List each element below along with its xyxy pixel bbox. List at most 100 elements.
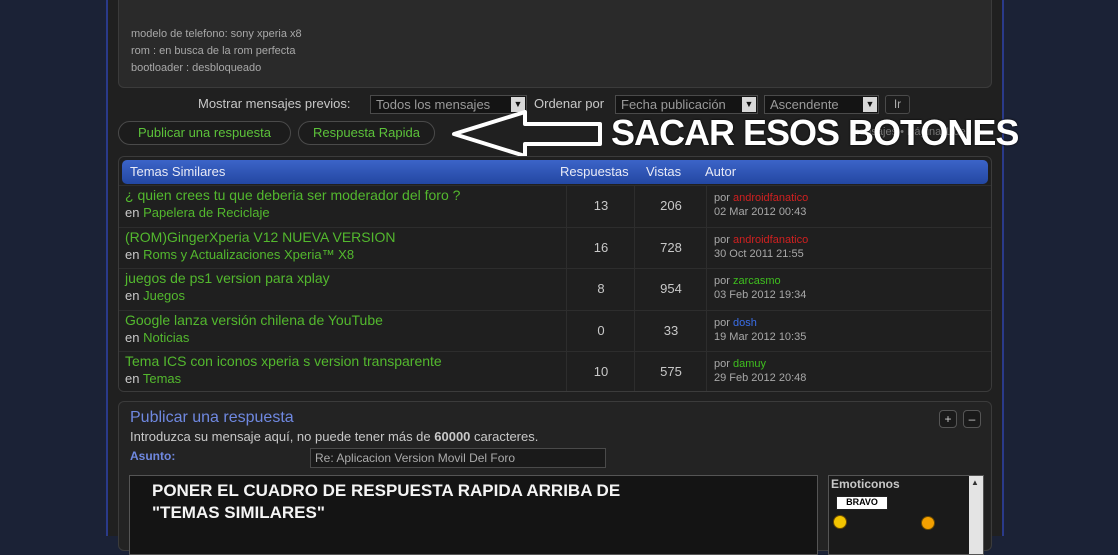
signature-lines: modelo de telefono: sony xperia x8 rom :… bbox=[131, 26, 302, 77]
annotation-line: PONER EL CUADRO DE RESPUESTA RAPIDA ARRI… bbox=[152, 481, 621, 500]
table-row: (ROM)GingerXperia V12 NUEVA VERSION en Ro… bbox=[119, 227, 991, 269]
forum-link[interactable]: Noticias bbox=[143, 330, 189, 345]
header-author: Autor bbox=[705, 164, 737, 179]
in-word: en bbox=[125, 288, 140, 303]
by-word: por bbox=[714, 275, 730, 287]
author-line: por damuy bbox=[714, 358, 766, 370]
author-line: por zarcasmo bbox=[714, 275, 781, 287]
by-word: por bbox=[714, 317, 730, 329]
similar-topics-table: Temas Similares Respuestas Vistas Autor … bbox=[118, 156, 992, 392]
forum-link[interactable]: Papelera de Reciclaje bbox=[143, 205, 269, 220]
replies-count: 10 bbox=[566, 352, 635, 391]
topic-link[interactable]: Google lanza versión chilena de YouTube bbox=[125, 312, 383, 328]
table-row: juegos de ps1 version para xplay en Juego… bbox=[119, 268, 991, 310]
author-cell: por androidfanatico 30 Oct 2011 21:55 bbox=[706, 228, 991, 269]
header-views: Vistas bbox=[646, 164, 682, 179]
views-count: 954 bbox=[634, 269, 707, 310]
replies-count: 16 bbox=[566, 228, 635, 269]
topic-forum: en Noticias bbox=[125, 330, 189, 345]
order-by-label: Ordenar por bbox=[534, 96, 605, 111]
replies-count: 0 bbox=[566, 311, 635, 352]
subject-label: Asunto: bbox=[130, 449, 176, 463]
post-date: 02 Mar 2012 00:43 bbox=[714, 206, 807, 218]
topic-link[interactable]: juegos de ps1 version para xplay bbox=[125, 270, 330, 286]
reply-hint-limit: 60000 bbox=[434, 429, 471, 444]
header-topics: Temas Similares bbox=[130, 164, 226, 179]
forum-link[interactable]: Temas bbox=[143, 371, 181, 386]
post-date: 30 Oct 2011 21:55 bbox=[714, 248, 804, 260]
in-word: en bbox=[125, 247, 140, 262]
views-count: 728 bbox=[634, 228, 707, 269]
reply-panel-title: Publicar una respuesta bbox=[130, 409, 294, 426]
table-row: ¿ quien crees tu que deberia ser moderad… bbox=[119, 185, 991, 227]
author-cell: por zarcasmo 03 Feb 2012 19:34 bbox=[706, 269, 991, 310]
post-reply-panel: Publicar una respuesta Introduzca su men… bbox=[118, 401, 992, 555]
subject-input[interactable]: Re: Aplicacion Version Movil Del Foro bbox=[310, 448, 606, 468]
views-count: 575 bbox=[634, 352, 707, 391]
author-line: por androidfanatico bbox=[714, 234, 808, 246]
in-word: en bbox=[125, 330, 140, 345]
author-link[interactable]: androidfanatico bbox=[733, 192, 808, 204]
surprised-smiley-icon[interactable] bbox=[921, 516, 935, 530]
table-row: Tema ICS con iconos xperia s version tra… bbox=[119, 351, 991, 391]
topic-link[interactable]: (ROM)GingerXperia V12 NUEVA VERSION bbox=[125, 229, 396, 245]
header-replies: Respuestas bbox=[560, 164, 629, 179]
topic-forum: en Papelera de Reciclaje bbox=[125, 205, 270, 220]
bravo-smiley[interactable]: BRAVO bbox=[836, 496, 888, 510]
reply-hint-prefix: Introduzca su mensaje aquí, no puede ten… bbox=[130, 429, 431, 444]
similar-topics-header: Temas Similares Respuestas Vistas Autor bbox=[122, 160, 988, 184]
post-date: 03 Feb 2012 19:34 bbox=[714, 289, 807, 301]
replies-count: 8 bbox=[566, 269, 635, 310]
topic-forum: en Temas bbox=[125, 371, 181, 386]
author-link[interactable]: damuy bbox=[733, 358, 766, 370]
views-count: 206 bbox=[634, 186, 707, 227]
reply-hint: Introduzca su mensaje aquí, no puede ten… bbox=[130, 429, 538, 444]
reply-hint-suffix: caracteres. bbox=[474, 429, 539, 444]
annotation-line: "TEMAS SIMILARES" bbox=[152, 503, 325, 522]
by-word: por bbox=[714, 358, 730, 370]
author-line: por androidfanatico bbox=[714, 192, 808, 204]
forum-link[interactable]: Juegos bbox=[143, 288, 185, 303]
table-row: Google lanza versión chilena de YouTube e… bbox=[119, 310, 991, 352]
expand-button[interactable]: + bbox=[939, 410, 957, 428]
emoticons-scrollbar[interactable]: ▲ bbox=[969, 476, 983, 554]
signature-line: modelo de telefono: sony xperia x8 bbox=[131, 28, 302, 40]
emoticons-label: Emoticonos bbox=[831, 477, 900, 491]
thumbs-up-smiley-icon[interactable] bbox=[833, 515, 847, 529]
by-word: por bbox=[714, 234, 730, 246]
quick-reply-button[interactable]: Respuesta Rapida bbox=[298, 121, 435, 145]
views-count: 33 bbox=[634, 311, 707, 352]
annotation-move-quick-reply: PONER EL CUADRO DE RESPUESTA RAPIDA ARRI… bbox=[152, 480, 620, 524]
dropdown-arrow-icon: ▼ bbox=[863, 97, 877, 112]
in-word: en bbox=[125, 371, 140, 386]
author-link[interactable]: androidfanatico bbox=[733, 234, 808, 246]
order-by-value: Fecha publicación bbox=[621, 97, 726, 112]
author-cell: por damuy 29 Feb 2012 20:48 bbox=[706, 352, 991, 391]
annotation-remove-buttons: SACAR ESOS BOTONES bbox=[611, 112, 1019, 153]
show-posts-label: Mostrar mensajes previos: bbox=[198, 96, 351, 111]
topic-link[interactable]: Tema ICS con iconos xperia s version tra… bbox=[125, 353, 442, 369]
annotation-arrow-icon bbox=[452, 110, 602, 158]
signature-line: bootloader : desbloqueado bbox=[131, 62, 262, 74]
topic-forum: en Roms y Actualizaciones Xperia™ X8 bbox=[125, 247, 354, 262]
replies-count: 13 bbox=[566, 186, 635, 227]
signature-box: modelo de telefono: sony xperia x8 rom :… bbox=[118, 0, 992, 88]
author-link[interactable]: dosh bbox=[733, 317, 757, 329]
post-date: 19 Mar 2012 10:35 bbox=[714, 331, 807, 343]
forum-link[interactable]: Roms y Actualizaciones Xperia™ X8 bbox=[143, 247, 354, 262]
scroll-up-arrow-icon[interactable]: ▲ bbox=[971, 478, 979, 487]
post-date: 29 Feb 2012 20:48 bbox=[714, 372, 807, 384]
collapse-button[interactable]: – bbox=[963, 410, 981, 428]
author-link[interactable]: zarcasmo bbox=[733, 275, 781, 287]
emoticons-panel: Emoticonos BRAVO ▲ bbox=[828, 475, 984, 555]
signature-line: rom : en busca de la rom perfecta bbox=[131, 45, 296, 57]
topic-forum: en Juegos bbox=[125, 288, 185, 303]
sort-direction-value: Ascendente bbox=[770, 97, 839, 112]
author-cell: por androidfanatico 02 Mar 2012 00:43 bbox=[706, 186, 991, 227]
author-cell: por dosh 19 Mar 2012 10:35 bbox=[706, 311, 991, 352]
in-word: en bbox=[125, 205, 140, 220]
message-textarea[interactable]: PONER EL CUADRO DE RESPUESTA RAPIDA ARRI… bbox=[129, 475, 818, 555]
topic-link[interactable]: ¿ quien crees tu que deberia ser moderad… bbox=[125, 187, 460, 203]
by-word: por bbox=[714, 192, 730, 204]
post-reply-button[interactable]: Publicar una respuesta bbox=[118, 121, 291, 145]
